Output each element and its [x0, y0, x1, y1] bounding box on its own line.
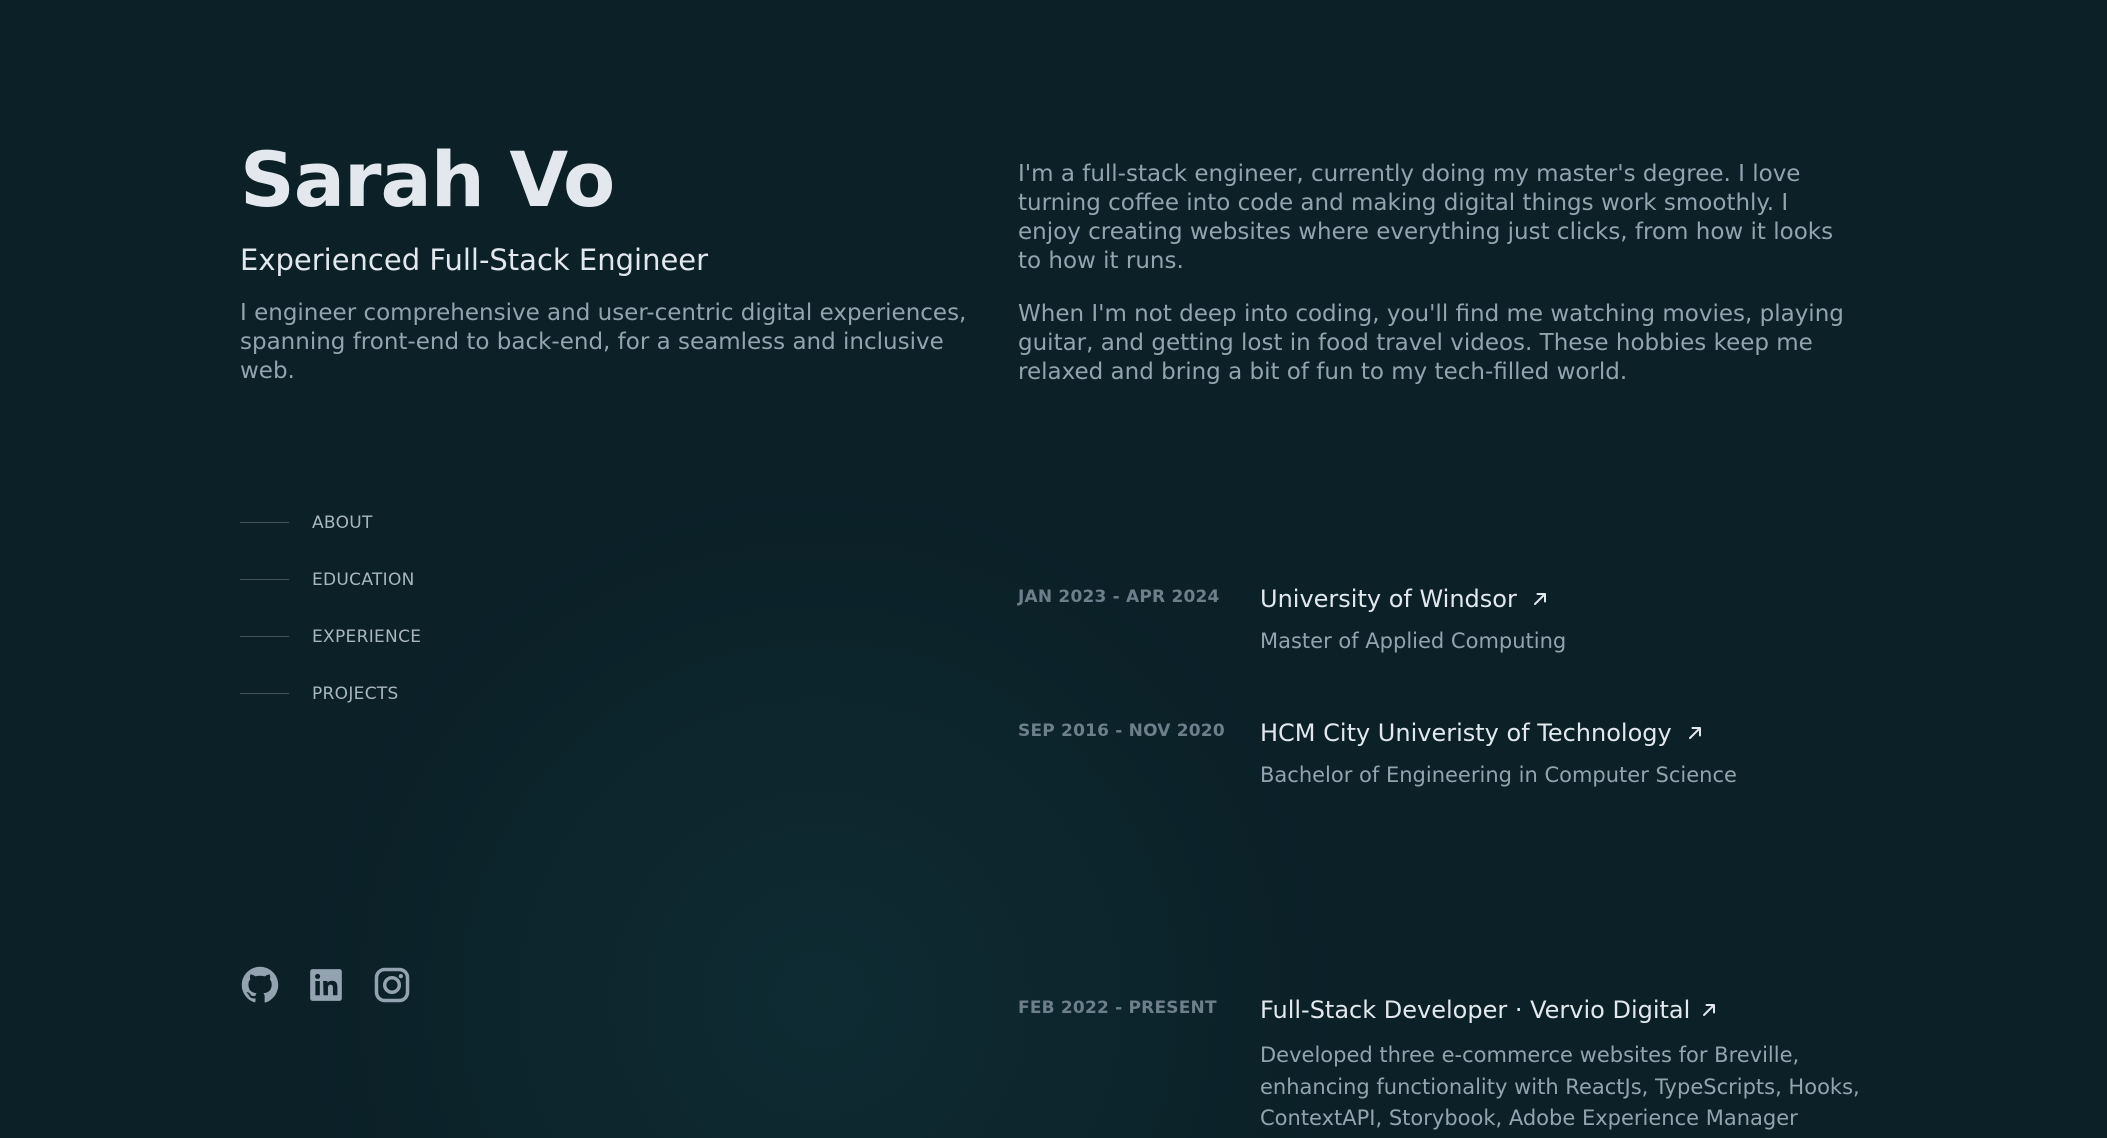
experience-title-link[interactable]: Full-Stack Developer · Vervio Digital [1260, 996, 1718, 1024]
entry-description: Developed three e-commerce websites for … [1260, 1043, 1860, 1130]
nav-item-education[interactable]: EDUCATION [240, 551, 421, 608]
section-nav: ABOUT EDUCATION EXPERIENCE PROJECTS [240, 494, 421, 722]
nav-item-label: PROJECTS [312, 683, 399, 704]
social-links [240, 965, 438, 1005]
nav-item-label: EXPERIENCE [312, 626, 422, 647]
nav-indicator-line [240, 522, 289, 523]
github-link[interactable] [240, 965, 280, 1005]
nav-item-experience[interactable]: EXPERIENCE [240, 608, 421, 665]
role-subtitle: Experienced Full-Stack Engineer [240, 243, 709, 277]
github-icon [241, 966, 279, 1003]
entry-date: JAN 2023 - APR 2024 [1018, 587, 1220, 607]
education-title-link[interactable]: University of Windsor [1260, 585, 1549, 613]
entry-date: SEP 2016 - NOV 2020 [1018, 721, 1225, 741]
nav-indicator-line [240, 636, 289, 637]
linkedin-link[interactable] [306, 965, 346, 1005]
linkedin-icon [310, 969, 342, 1001]
instagram-icon [374, 967, 410, 1003]
entry-subtitle: Bachelor of Engineering in Computer Scie… [1260, 763, 1737, 787]
about-paragraph: When I'm not deep into coding, you'll fi… [1018, 301, 1844, 385]
nav-item-label: ABOUT [312, 512, 373, 533]
nav-item-label: EDUCATION [312, 569, 415, 590]
nav-indicator-line [240, 579, 289, 580]
entry-date: FEB 2022 - PRESENT [1018, 998, 1217, 1018]
arrow-up-right-icon [1686, 724, 1704, 742]
arrow-up-right-icon [1531, 590, 1549, 608]
entry-title: HCM City Univeristy of Technology [1260, 719, 1672, 747]
nav-indicator-line [240, 693, 289, 694]
nav-item-projects[interactable]: PROJECTS [240, 665, 421, 722]
arrow-up-right-icon [1700, 1001, 1718, 1019]
entry-title: Full-Stack Developer · Vervio Digital [1260, 996, 1691, 1024]
nav-item-about[interactable]: ABOUT [240, 494, 421, 551]
education-title-link[interactable]: HCM City Univeristy of Technology [1260, 719, 1704, 747]
page-title: Sarah Vo [240, 135, 615, 224]
entry-title: University of Windsor [1260, 585, 1517, 613]
instagram-link[interactable] [372, 965, 412, 1005]
about-paragraph: I'm a full-stack engineer, currently doi… [1018, 161, 1834, 274]
tagline: I engineer comprehensive and user-centri… [240, 300, 967, 384]
entry-subtitle: Master of Applied Computing [1260, 629, 1567, 653]
